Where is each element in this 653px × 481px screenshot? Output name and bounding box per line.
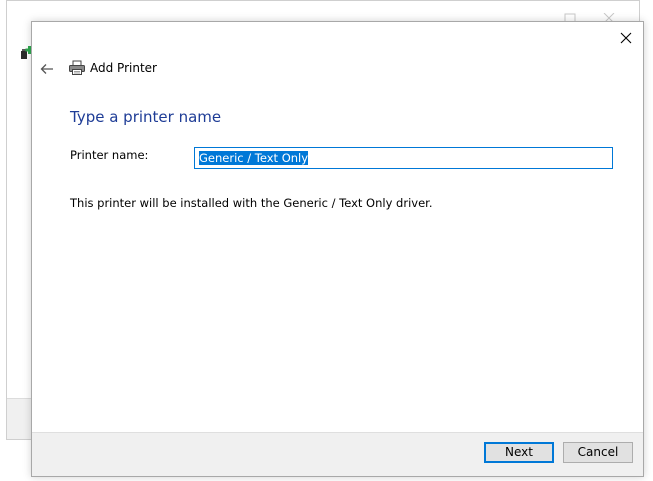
back-button[interactable] bbox=[38, 60, 56, 78]
printer-name-label: Printer name: bbox=[70, 148, 149, 162]
next-button[interactable]: Next bbox=[484, 442, 554, 463]
printer-icon bbox=[69, 60, 85, 75]
add-printer-dialog: Add Printer Type a printer name Printer … bbox=[31, 21, 644, 477]
back-arrow-icon bbox=[40, 64, 53, 74]
cancel-button[interactable]: Cancel bbox=[563, 442, 633, 463]
close-button[interactable] bbox=[615, 28, 637, 48]
dialog-footer: Next Cancel bbox=[32, 432, 643, 476]
screen: Add Printer Type a printer name Printer … bbox=[0, 0, 653, 481]
driver-info-text: This printer will be installed with the … bbox=[70, 196, 433, 210]
close-icon bbox=[620, 32, 632, 44]
dialog-title: Add Printer bbox=[90, 61, 157, 75]
printer-name-input[interactable] bbox=[194, 147, 613, 169]
page-heading: Type a printer name bbox=[70, 108, 222, 126]
